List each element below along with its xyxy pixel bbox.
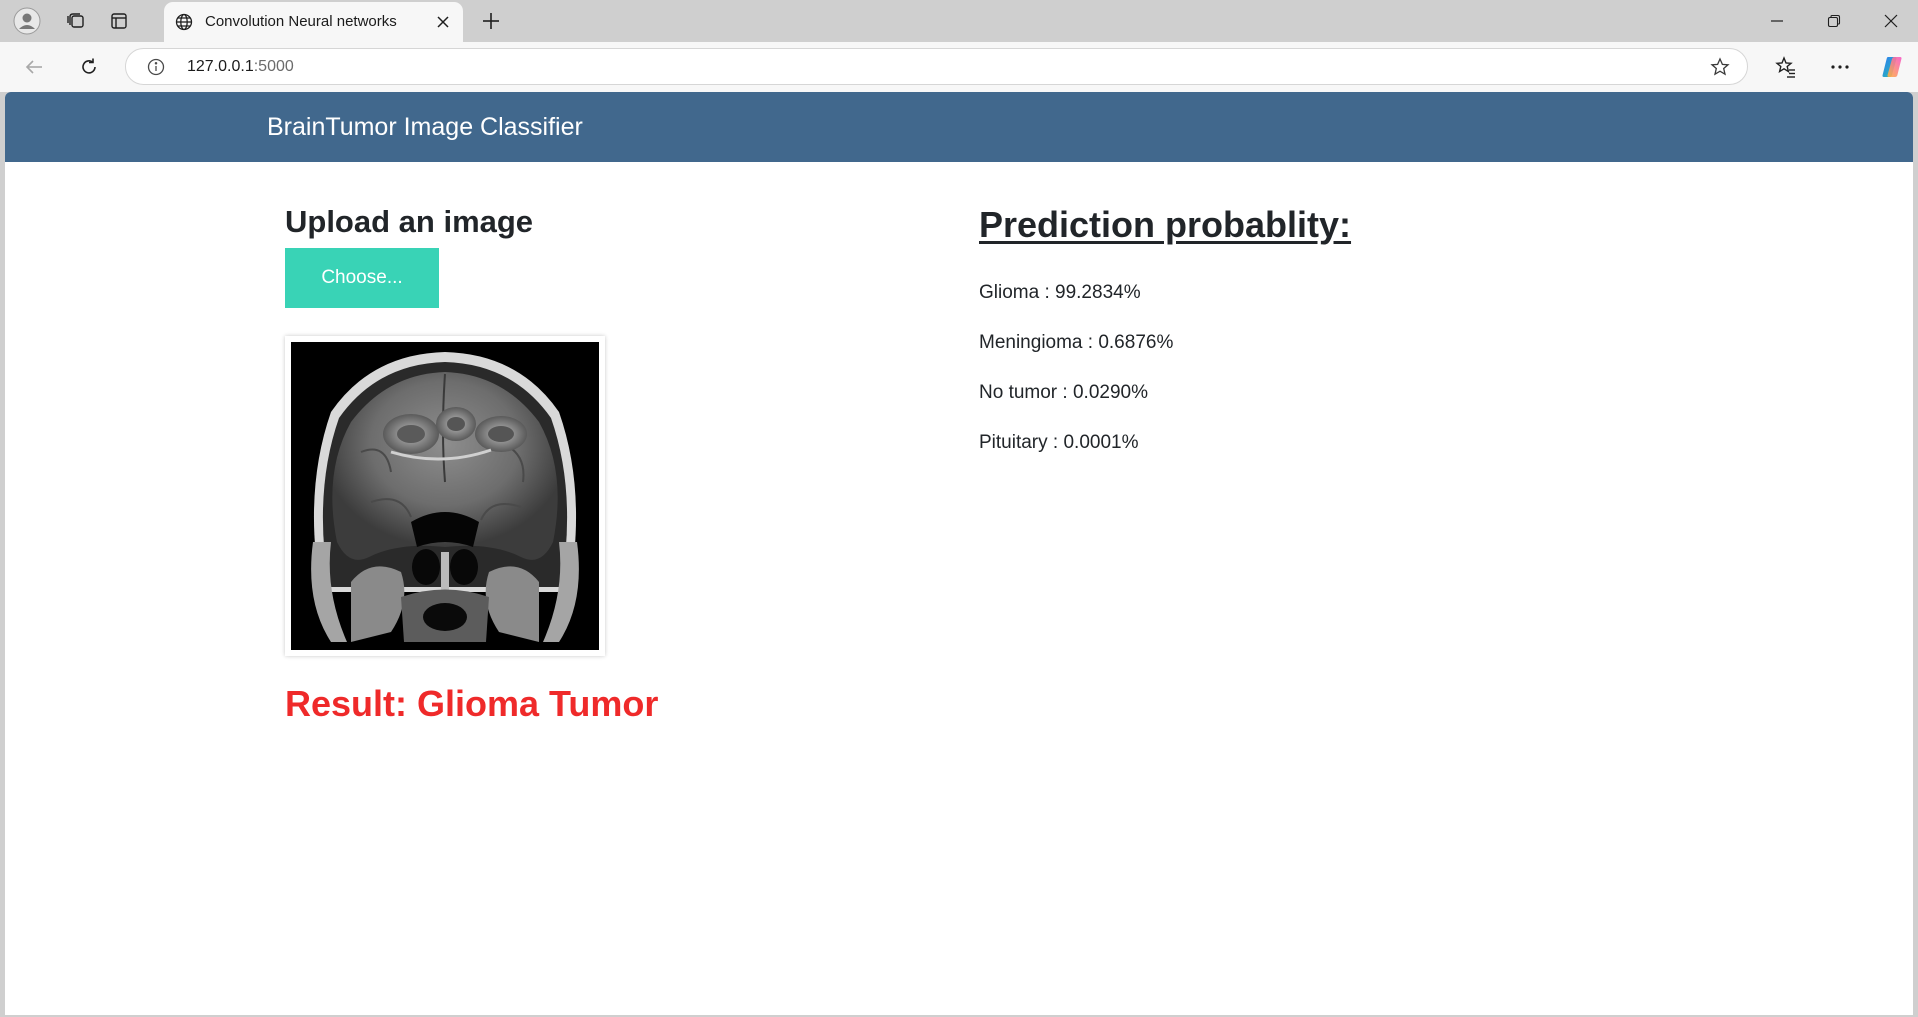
prediction-item-glioma: Glioma : 99.2834% bbox=[979, 282, 1141, 303]
page-viewport: BrainTumor Image Classifier Upload an im… bbox=[5, 92, 1913, 1015]
image-preview bbox=[285, 336, 605, 656]
star-icon[interactable] bbox=[1709, 56, 1731, 78]
browser-tab[interactable]: Convolution Neural networks bbox=[164, 2, 463, 42]
prediction-list: Glioma : 99.2834% Meningioma : 0.6876% N… bbox=[979, 282, 1173, 482]
back-arrow-icon[interactable] bbox=[18, 51, 50, 83]
url-text[interactable]: 127.0.0.1:5000 bbox=[187, 58, 294, 76]
minimize-icon[interactable] bbox=[1754, 6, 1800, 36]
profile-icon[interactable] bbox=[6, 5, 48, 37]
prediction-item-no-tumor: No tumor : 0.0290% bbox=[979, 382, 1148, 403]
url-port: :5000 bbox=[253, 58, 294, 75]
upload-title: Upload an image bbox=[285, 204, 534, 239]
app-navbar: BrainTumor Image Classifier bbox=[5, 92, 1913, 162]
info-icon[interactable] bbox=[146, 57, 166, 77]
close-icon[interactable] bbox=[431, 10, 455, 34]
upload-section: Upload an image Choose... Result: Glioma… bbox=[285, 204, 925, 724]
plus-icon[interactable] bbox=[476, 6, 506, 36]
more-icon[interactable] bbox=[1824, 51, 1856, 83]
prediction-title: Prediction probablity: bbox=[979, 204, 1352, 245]
choose-file-button[interactable]: Choose... bbox=[285, 248, 439, 308]
prediction-item-pituitary: Pituitary : 0.0001% bbox=[979, 432, 1139, 453]
result-text: Result: Glioma Tumor bbox=[285, 683, 659, 724]
mri-scan-image bbox=[291, 342, 599, 650]
copilot-icon[interactable] bbox=[1876, 51, 1908, 83]
tab-title: Convolution Neural networks bbox=[205, 13, 397, 30]
address-bar[interactable]: 127.0.0.1:5000 bbox=[125, 48, 1748, 85]
app-brand[interactable]: BrainTumor Image Classifier bbox=[267, 113, 583, 142]
restore-icon[interactable] bbox=[1811, 6, 1857, 36]
url-host: 127.0.0.1 bbox=[187, 58, 254, 75]
browser-tab-strip: Convolution Neural networks bbox=[0, 0, 1918, 42]
refresh-icon[interactable] bbox=[73, 51, 105, 83]
browser-toolbar: 127.0.0.1:5000 bbox=[0, 42, 1918, 92]
collections-icon[interactable] bbox=[55, 5, 97, 37]
favorites-icon[interactable] bbox=[1770, 51, 1802, 83]
window-close-icon[interactable] bbox=[1868, 6, 1914, 36]
prediction-section: Prediction probablity: Glioma : 99.2834%… bbox=[979, 204, 1579, 453]
tab-actions-icon[interactable] bbox=[98, 5, 140, 37]
prediction-item-meningioma: Meningioma : 0.6876% bbox=[979, 332, 1174, 353]
globe-icon bbox=[174, 12, 194, 32]
